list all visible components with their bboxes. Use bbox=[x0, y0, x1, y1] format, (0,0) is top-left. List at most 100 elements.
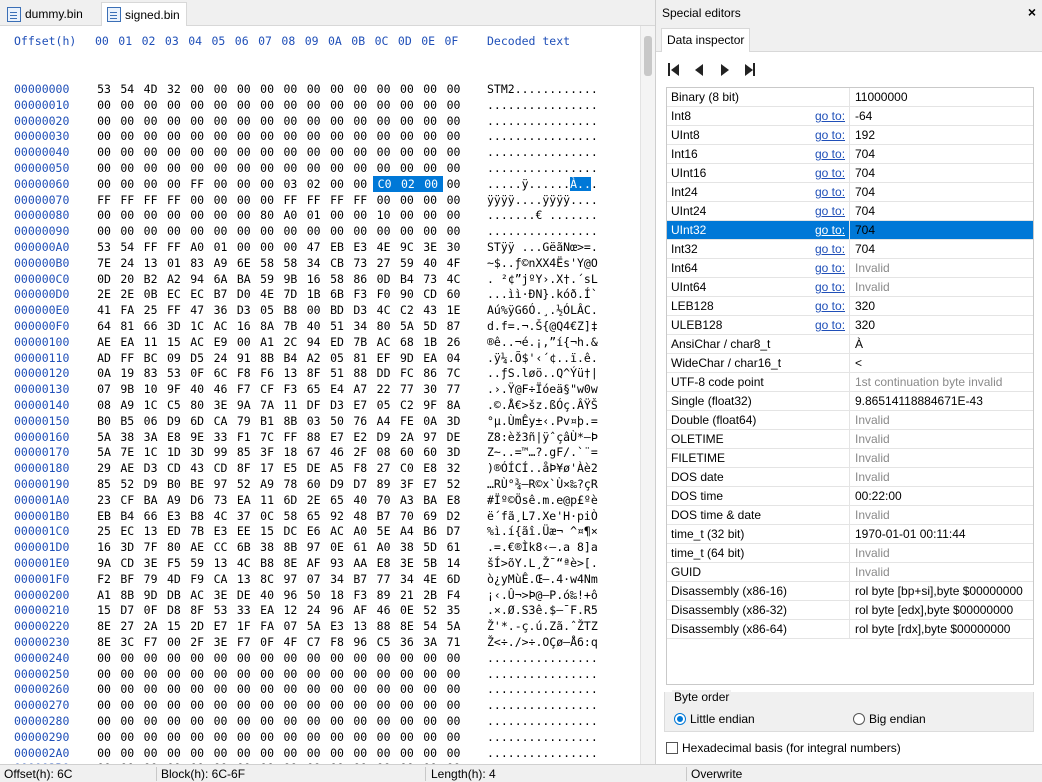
hex-byte[interactable]: E8 bbox=[443, 492, 465, 508]
hex-byte[interactable]: 00 bbox=[163, 729, 185, 745]
hex-byte[interactable]: E3 bbox=[349, 239, 371, 255]
inspector-row[interactable]: DOS time & date Invalid bbox=[667, 506, 1033, 525]
hex-byte[interactable]: 2F bbox=[186, 634, 208, 650]
hex-byte[interactable]: 7B bbox=[279, 318, 301, 334]
hex-byte[interactable]: 4E bbox=[373, 239, 395, 255]
hex-byte[interactable]: 00 bbox=[326, 113, 348, 129]
hex-byte[interactable]: 65 bbox=[303, 381, 325, 397]
hex-byte[interactable]: E7 bbox=[419, 476, 441, 492]
hex-byte[interactable]: 00 bbox=[93, 697, 115, 713]
hex-byte[interactable]: B0 bbox=[93, 413, 115, 429]
hex-byte[interactable]: 52 bbox=[116, 476, 138, 492]
hex-byte[interactable]: 7B bbox=[349, 334, 371, 350]
hex-byte[interactable]: EF bbox=[373, 350, 395, 366]
hex-byte[interactable]: 00 bbox=[349, 176, 371, 192]
hex-byte[interactable]: A9 bbox=[210, 255, 232, 271]
tab-signed-bin[interactable]: signed.bin bbox=[101, 2, 187, 26]
hex-byte[interactable]: 58 bbox=[279, 255, 301, 271]
hex-byte[interactable]: C7 bbox=[303, 634, 325, 650]
hex-byte[interactable]: 4C bbox=[233, 555, 255, 571]
hex-byte[interactable]: E9 bbox=[210, 334, 232, 350]
hex-byte[interactable]: 86 bbox=[349, 271, 371, 287]
hex-byte[interactable]: FF bbox=[163, 302, 185, 318]
hex-byte[interactable]: 00 bbox=[419, 175, 444, 192]
inspector-value[interactable]: 1st continuation byte invalid bbox=[855, 373, 1002, 392]
hex-byte[interactable]: 60 bbox=[396, 444, 418, 460]
hex-byte[interactable]: 00 bbox=[326, 144, 348, 160]
inspector-value[interactable]: Invalid bbox=[855, 563, 890, 582]
inspector-row[interactable]: UInt8 go to: 192 bbox=[667, 126, 1033, 145]
hex-byte[interactable]: 00 bbox=[93, 223, 115, 239]
decoded-text[interactable]: )®ÓÍCÍ..åÞ¥ø'Àè2 bbox=[487, 460, 598, 476]
hex-byte[interactable]: EC bbox=[163, 286, 185, 302]
hex-byte[interactable]: 00 bbox=[186, 144, 208, 160]
hex-byte[interactable]: DE bbox=[303, 460, 325, 476]
hex-byte[interactable]: 73 bbox=[419, 271, 441, 287]
inspector-value[interactable]: Invalid bbox=[855, 430, 890, 449]
inspector-value[interactable]: 320 bbox=[855, 297, 875, 316]
hex-byte[interactable]: 70 bbox=[373, 492, 395, 508]
hex-byte[interactable]: 81 bbox=[116, 318, 138, 334]
hex-byte[interactable]: 6B bbox=[326, 286, 348, 302]
hex-row[interactable]: 00000100 AE EA 11 15 AC E9 00 A1 2C 94 ED 7B AC 68 1B 26… bbox=[0, 334, 640, 350]
inspector-row[interactable]: Int8 go to: -64 bbox=[667, 107, 1033, 126]
hex-byte[interactable]: 00 bbox=[396, 192, 418, 208]
hex-byte[interactable]: 54 bbox=[116, 81, 138, 97]
hex-byte[interactable]: 00 bbox=[373, 97, 395, 113]
goto-link[interactable]: go to: bbox=[815, 221, 845, 240]
hex-byte[interactable]: 00 bbox=[443, 207, 465, 223]
hex-byte[interactable]: 66 bbox=[140, 508, 162, 524]
hex-byte[interactable]: 18 bbox=[326, 587, 348, 603]
hex-byte[interactable]: 38 bbox=[256, 539, 278, 555]
hex-byte[interactable]: 00 bbox=[163, 681, 185, 697]
hex-byte[interactable]: FF bbox=[279, 429, 301, 445]
hex-byte[interactable]: 00 bbox=[233, 666, 255, 682]
hex-byte[interactable]: 83 bbox=[140, 365, 162, 381]
hex-byte[interactable]: 2E bbox=[116, 286, 138, 302]
inspector-value[interactable]: -64 bbox=[855, 107, 872, 126]
hex-byte[interactable]: 1B bbox=[419, 334, 441, 350]
hex-byte[interactable]: 71 bbox=[443, 634, 465, 650]
hex-row[interactable]: 00000040 00 00 00 00 00 00 00 00 00 00 00 00 00 00 00 00… bbox=[0, 144, 640, 160]
hex-byte[interactable]: 54 bbox=[116, 239, 138, 255]
hex-byte[interactable]: 59 bbox=[396, 255, 418, 271]
hex-byte[interactable]: 00 bbox=[93, 713, 115, 729]
hex-byte[interactable]: 00 bbox=[443, 713, 465, 729]
hex-byte[interactable]: 00 bbox=[443, 697, 465, 713]
hex-byte[interactable]: 15 bbox=[163, 618, 185, 634]
inspector-value[interactable]: rol byte [bp+si],byte $00000000 bbox=[855, 582, 1023, 601]
hex-byte[interactable]: 00 bbox=[116, 223, 138, 239]
hex-byte[interactable]: 24 bbox=[116, 255, 138, 271]
hex-byte[interactable]: 51 bbox=[326, 318, 348, 334]
hex-byte[interactable]: 00 bbox=[186, 192, 208, 208]
hex-byte[interactable]: 4C bbox=[373, 302, 395, 318]
hex-byte[interactable]: A2 bbox=[303, 350, 325, 366]
hex-byte[interactable]: 00 bbox=[210, 681, 232, 697]
hex-byte[interactable]: 29 bbox=[93, 460, 115, 476]
hex-byte[interactable]: 00 bbox=[419, 160, 441, 176]
hex-byte[interactable]: 00 bbox=[326, 697, 348, 713]
hex-byte[interactable]: E6 bbox=[303, 523, 325, 539]
hex-byte[interactable]: 43 bbox=[186, 460, 208, 476]
hex-byte[interactable]: 00 bbox=[233, 729, 255, 745]
hex-byte[interactable]: 73 bbox=[349, 255, 371, 271]
inspector-row[interactable]: Disassembly (x86-64) rol byte [rdx],byte … bbox=[667, 620, 1033, 639]
hex-byte[interactable]: 00 bbox=[396, 223, 418, 239]
hex-byte[interactable]: D3 bbox=[140, 460, 162, 476]
hex-byte[interactable]: 00 bbox=[349, 128, 371, 144]
tab-data-inspector[interactable]: Data inspector bbox=[661, 28, 751, 53]
hex-byte[interactable]: 00 bbox=[256, 176, 278, 192]
hex-byte[interactable]: 00 bbox=[116, 697, 138, 713]
hex-byte[interactable]: 00 bbox=[443, 681, 465, 697]
decoded-text[interactable]: ................ bbox=[487, 666, 598, 682]
hex-byte[interactable]: 01 bbox=[303, 207, 325, 223]
hex-byte[interactable]: 00 bbox=[326, 176, 348, 192]
hex-byte[interactable]: 3E bbox=[210, 397, 232, 413]
hex-byte[interactable]: 00 bbox=[443, 81, 465, 97]
hex-byte[interactable]: 00 bbox=[210, 144, 232, 160]
hex-row[interactable]: 00000290 00 00 00 00 00 00 00 00 00 00 00 00 00 00 00 00… bbox=[0, 729, 640, 745]
hex-byte[interactable]: CD bbox=[419, 286, 441, 302]
hex-byte[interactable]: F3 bbox=[349, 587, 371, 603]
hex-byte[interactable]: 00 bbox=[233, 113, 255, 129]
hex-byte[interactable]: 8B bbox=[279, 413, 301, 429]
